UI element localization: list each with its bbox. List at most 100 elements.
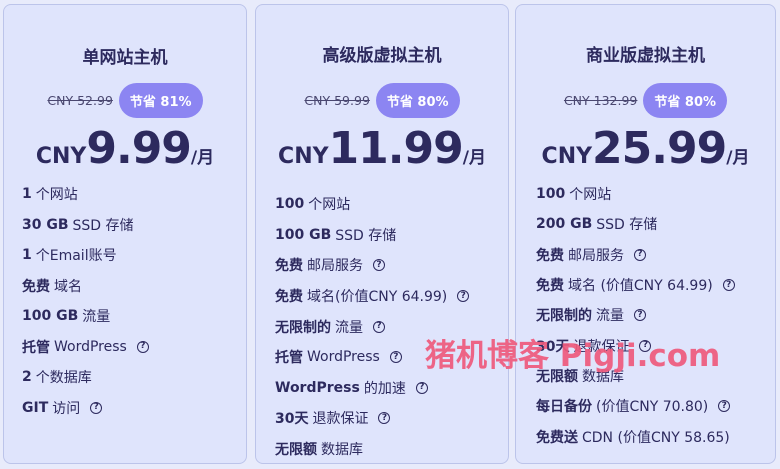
- feature-highlight: 无限制的: [275, 319, 331, 336]
- plan-price: CNY 25.99 /月: [516, 123, 775, 174]
- price-currency: CNY: [278, 144, 329, 169]
- feature-item: 每日备份 (价值CNY 70.80)?: [536, 391, 767, 421]
- info-icon[interactable]: ?: [718, 400, 731, 413]
- info-icon[interactable]: ?: [373, 320, 385, 333]
- discount-badge: 节省 81%: [118, 83, 203, 118]
- plan-price: CNY 9.99 /月: [4, 123, 246, 174]
- plan-card-premium: 高级版虚拟主机 CNY 59.99 节省 80% CNY 11.99 /月 10…: [255, 4, 509, 464]
- feature-highlight: 100: [275, 196, 305, 213]
- feature-item: 免费送 CDN (价值CNY 58.65): [536, 421, 767, 451]
- original-price: CNY 52.99: [47, 93, 113, 108]
- feature-text: 域名 (价值CNY 64.99): [568, 278, 713, 295]
- feature-highlight: 托管: [22, 339, 50, 356]
- feature-item: 100 GB SSD 存储: [275, 220, 500, 251]
- feature-text: 域名: [54, 278, 82, 295]
- watermark-text: 猪机博客 Pigji.com: [425, 338, 721, 374]
- plan-title: 单网站主机: [82, 48, 168, 68]
- price-period: /月: [726, 148, 750, 168]
- feature-text: 个网站: [569, 187, 612, 204]
- feature-item: 免费 域名: [22, 271, 238, 302]
- plan-price: CNY 11.99 /月: [256, 123, 508, 174]
- feature-list: 100 个网站 100 GB SSD 存储 免费 邮局服务? 免费 域名(价值CNY 64.9…: [275, 189, 500, 464]
- feature-highlight: 无限制的: [536, 308, 592, 325]
- feature-text: 退款保证: [312, 411, 369, 428]
- feature-item: 无限制的 流量?: [536, 300, 767, 330]
- feature-highlight: 免费送: [536, 429, 578, 446]
- feature-item: 200 GB SSD 存储: [536, 209, 767, 239]
- feature-text: 流量: [335, 319, 363, 336]
- feature-text: 邮局服务: [307, 258, 363, 275]
- discount-badge: 节省 80%: [375, 83, 460, 118]
- info-icon[interactable]: ?: [373, 259, 385, 272]
- discount-badge: 节省 80%: [643, 83, 728, 118]
- price-period: /月: [190, 148, 215, 168]
- feature-item: 托管 WordPress?: [22, 332, 238, 363]
- info-icon[interactable]: ?: [389, 351, 402, 364]
- feature-text: 邮局服务: [568, 247, 624, 264]
- original-price: CNY 59.99: [304, 93, 370, 108]
- feature-item: 100 GB 流量: [22, 301, 238, 332]
- plan-title: 商业版虚拟主机: [586, 46, 705, 66]
- feature-list: 1 个网站 30 GB SSD 存储 1 个Email账号 免费 域名 100 GB 流量 托管 Wo…: [22, 179, 238, 423]
- feature-text: 流量: [82, 309, 111, 326]
- info-icon[interactable]: ?: [378, 412, 391, 425]
- plan-card-business: 商业版虚拟主机 CNY 132.99 节省 80% CNY 25.99 /月 1…: [515, 4, 776, 464]
- info-icon[interactable]: ?: [722, 279, 735, 292]
- feature-list: 100 个网站 200 GB SSD 存储 免费 邮局服务? 免费 域名 (价值CNY 64.…: [536, 179, 767, 452]
- feature-highlight: 每日备份: [536, 399, 592, 416]
- info-icon[interactable]: ?: [634, 248, 646, 261]
- plan-title: 高级版虚拟主机: [322, 46, 442, 66]
- feature-text: CDN (价值CNY 58.65): [582, 429, 730, 446]
- feature-highlight: 免费: [275, 258, 303, 275]
- feature-item: 免费 域名(价值CNY 64.99)?: [275, 281, 500, 312]
- feature-highlight: 30 GB: [22, 216, 69, 233]
- feature-text: 访问: [52, 400, 81, 417]
- feature-text: SSD 存储: [72, 217, 134, 234]
- price-row: CNY 59.99 节省 80%: [256, 83, 508, 118]
- info-icon[interactable]: ?: [415, 381, 428, 394]
- info-icon[interactable]: ?: [457, 290, 470, 303]
- feature-text: 个网站: [308, 197, 351, 214]
- feature-text: 个Email账号: [35, 248, 117, 265]
- feature-text: 数据库: [321, 442, 363, 459]
- feature-item: 1 个Email账号: [22, 240, 238, 271]
- feature-item: 100 个网站: [275, 189, 500, 220]
- feature-item: 无限额 数据库: [275, 434, 500, 465]
- feature-text: 个网站: [35, 187, 78, 204]
- feature-text: 流量: [596, 308, 624, 325]
- feature-item: 30 GB SSD 存储: [22, 210, 238, 241]
- price-amount: 11.99: [328, 123, 464, 174]
- feature-text: WordPress: [307, 349, 380, 366]
- plan-card-single: 单网站主机 CNY 52.99 节省 81% CNY 9.99 /月 1 个网站 3…: [3, 4, 247, 464]
- feature-text: 个数据库: [35, 370, 92, 387]
- feature-item: 免费 邮局服务?: [275, 250, 500, 281]
- feature-text: WordPress: [54, 338, 127, 355]
- feature-item: 1 个网站: [22, 179, 238, 210]
- feature-item: WordPress 的加速?: [275, 373, 500, 404]
- info-icon[interactable]: ?: [634, 309, 646, 322]
- feature-highlight: 100 GB: [275, 226, 332, 243]
- feature-highlight: 免费: [22, 278, 50, 295]
- feature-item: 2 个数据库: [22, 362, 238, 393]
- feature-item: 免费 邮局服务?: [536, 240, 767, 270]
- feature-highlight: 托管: [275, 350, 303, 367]
- price-period: /月: [462, 148, 486, 168]
- price-row: CNY 52.99 节省 81%: [4, 83, 246, 118]
- feature-text: SSD 存储: [335, 227, 397, 244]
- feature-text: 域名(价值CNY 64.99): [307, 289, 448, 306]
- feature-item: 100 个网站: [536, 179, 767, 209]
- feature-text: 的加速: [363, 380, 406, 397]
- info-icon[interactable]: ?: [136, 340, 149, 353]
- price-currency: CNY: [35, 144, 87, 169]
- feature-highlight: 免费: [536, 247, 564, 264]
- feature-highlight: GIT: [22, 399, 49, 416]
- info-icon[interactable]: ?: [90, 401, 103, 414]
- feature-highlight: 100: [536, 186, 566, 203]
- feature-highlight: WordPress: [275, 379, 360, 396]
- feature-highlight: 免费: [536, 278, 564, 295]
- feature-item: 免费 域名 (价值CNY 64.99)?: [536, 270, 767, 300]
- feature-highlight: 30天: [275, 411, 309, 428]
- price-row: CNY 132.99 节省 80%: [516, 83, 775, 118]
- feature-highlight: 无限额: [275, 442, 317, 459]
- feature-text: (价值CNY 70.80): [596, 399, 709, 416]
